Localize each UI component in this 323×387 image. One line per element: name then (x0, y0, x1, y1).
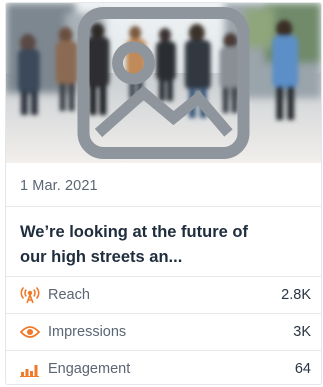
post-card[interactable]: 1 Mar. 2021 We’re looking at the future … (5, 2, 322, 385)
metric-label: Impressions (48, 324, 127, 340)
metric-value: 2.8K (281, 287, 311, 303)
post-image[interactable] (6, 3, 321, 163)
post-title[interactable]: We’re looking at the future of our high … (6, 207, 321, 284)
post-title-line-2: our high streets an... (20, 248, 183, 266)
eye-icon (20, 323, 40, 341)
metric-label: Engagement (48, 361, 131, 377)
metric-value: 64 (294, 361, 311, 377)
bar-chart-icon (20, 360, 40, 378)
metrics-list: Reach 2.8K Impressions 3K Engagement 64 (6, 276, 321, 384)
post-date: 1 Mar. 2021 (20, 178, 98, 194)
broadcast-icon (20, 286, 40, 304)
post-title-line-1: We’re looking at the future of (20, 223, 248, 241)
metric-value: 3K (293, 324, 311, 340)
metric-row-engagement: Engagement 64 (6, 350, 321, 384)
metric-row-impressions: Impressions 3K (6, 313, 321, 350)
metric-row-reach: Reach 2.8K (6, 276, 321, 313)
metric-label: Reach (48, 287, 90, 303)
image-placeholder-icon (77, 7, 250, 159)
